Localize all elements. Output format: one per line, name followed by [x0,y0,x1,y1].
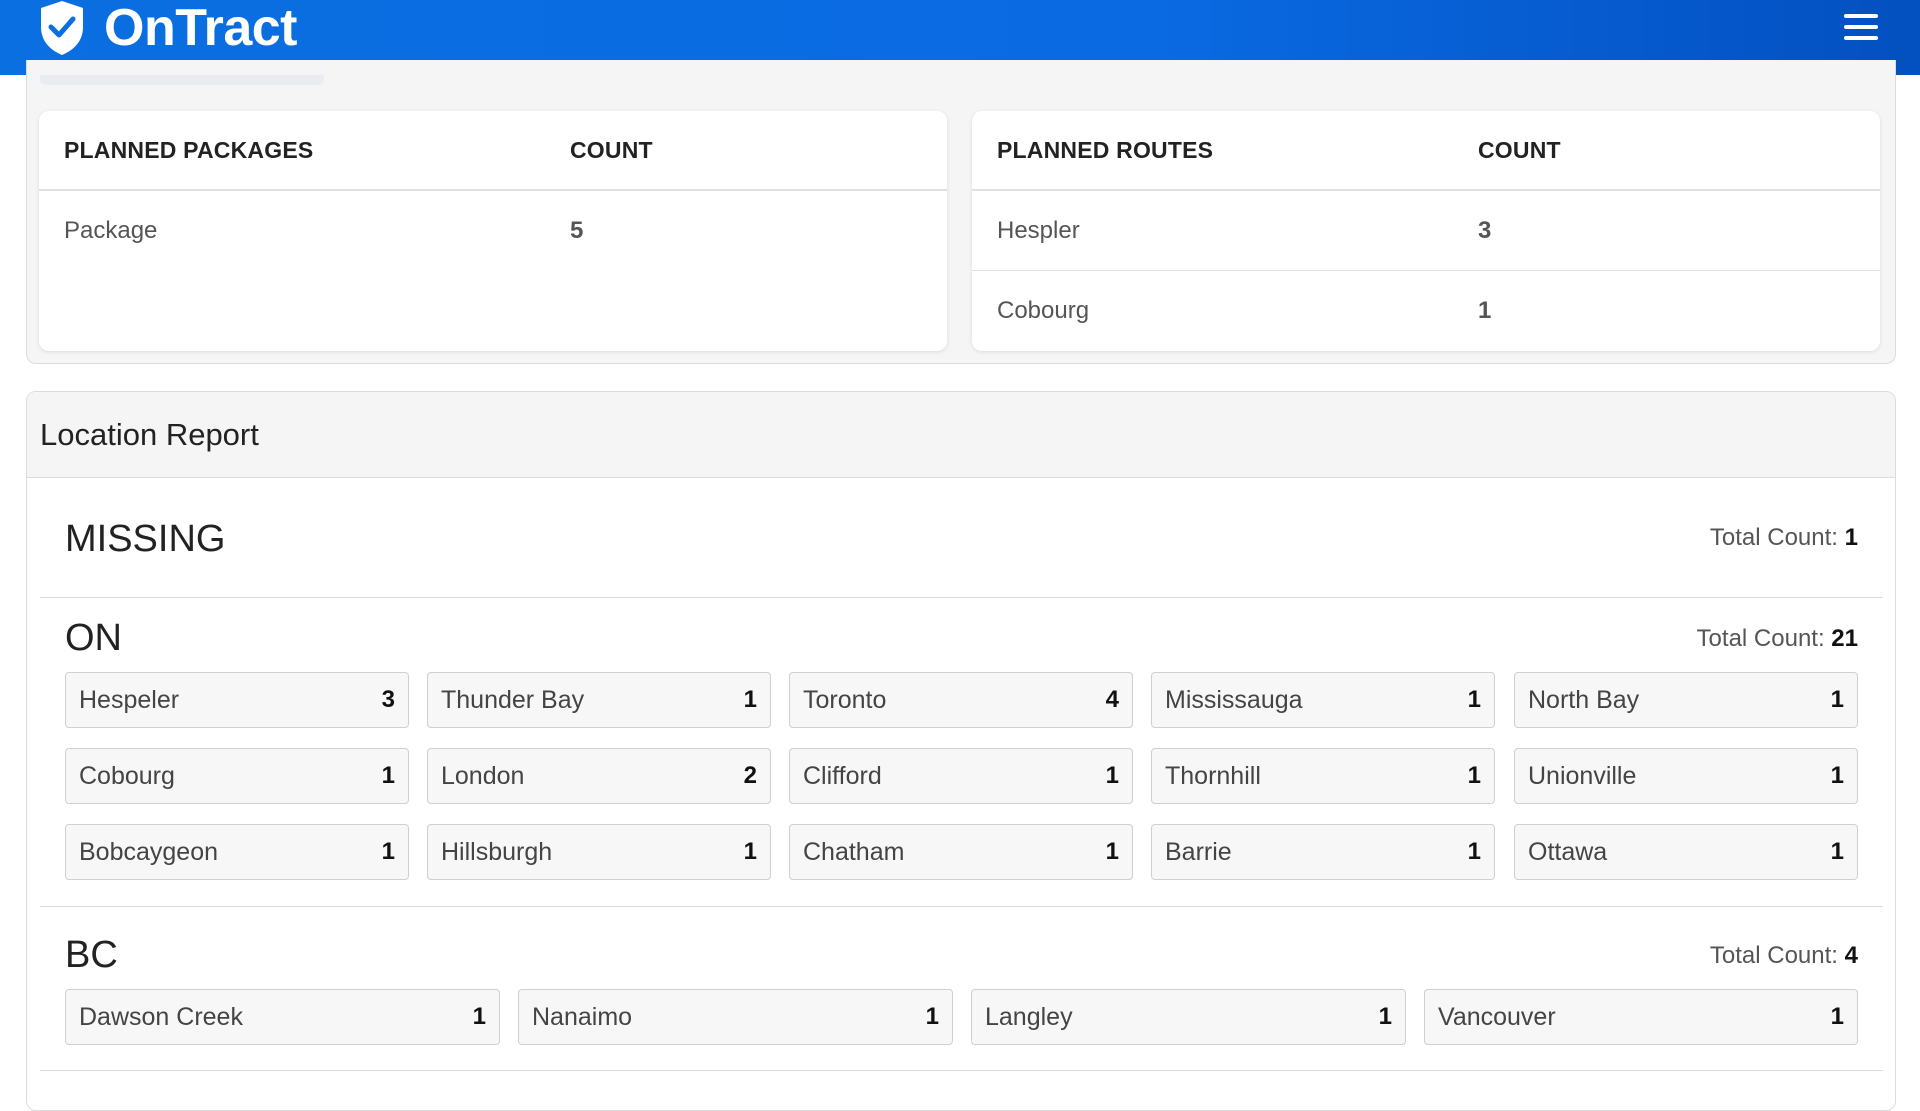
row-label: Package [64,217,158,244]
location-name: Mississauga [1165,685,1303,714]
column-header-count: COUNT [1478,136,1561,163]
divider [40,597,1883,598]
location-count: 1 [1378,1003,1392,1030]
divider [40,1070,1883,1071]
brand-name: OnTract [104,0,298,57]
total-value: 4 [1844,942,1858,969]
location-count: 1 [1830,1003,1844,1030]
total-value: 21 [1831,625,1858,652]
row-count: 5 [570,217,584,244]
location-count: 1 [472,1003,486,1030]
location-name: North Bay [1528,685,1640,714]
location-count: 1 [1830,762,1844,789]
location-count: 1 [381,762,395,789]
location-name: Chatham [803,837,905,866]
location-chip[interactable]: Thunder Bay 1 [427,672,771,728]
region-total: Total Count: 1 [1710,524,1858,552]
location-chip[interactable]: Bobcaygeon 1 [65,824,409,880]
location-chip[interactable]: Hillsburgh 1 [427,824,771,880]
location-name: Dawson Creek [79,1002,243,1031]
location-count: 1 [1467,686,1481,713]
shield-check-icon [41,0,83,55]
location-name: Unionville [1528,761,1637,790]
location-name: Barrie [1165,837,1232,866]
location-chip[interactable]: Unionville 1 [1514,748,1858,804]
column-header-label: PLANNED ROUTES [997,136,1214,163]
total-label: Total Count: [1709,942,1838,969]
location-name: Ottawa [1528,837,1608,866]
region-total: Total Count: 21 [1697,625,1858,653]
location-name: Nanaimo [532,1002,633,1031]
location-count: 1 [1105,762,1119,789]
divider [40,906,1883,907]
row-count: 3 [1478,216,1492,244]
region-name: BC [65,934,118,976]
location-report-header: Location Report [27,392,1895,478]
total-label: Total Count: [1696,625,1825,652]
planned-routes-table: PLANNED ROUTES COUNT Hespler 3 Cobourg 1 [972,111,1880,351]
location-name: Hespeler [79,685,180,714]
location-name: Hillsburgh [441,837,553,866]
location-count: 2 [743,762,757,789]
table-header: PLANNED ROUTES COUNT [972,111,1880,191]
region-name: MISSING [65,518,226,560]
table-row: Package 5 [39,191,947,271]
column-header-label: PLANNED PACKAGES [64,136,314,163]
location-chip[interactable]: Nanaimo 1 [518,989,953,1045]
location-count: 1 [925,1003,939,1030]
location-chip[interactable]: Cobourg 1 [65,748,409,804]
location-report-title: Location Report [40,416,259,452]
location-chip[interactable]: Barrie 1 [1151,824,1495,880]
location-count: 1 [743,838,757,865]
location-chip[interactable]: Vancouver 1 [1424,989,1858,1045]
row-label: Cobourg [997,297,1090,324]
location-count: 1 [1467,762,1481,789]
location-count: 1 [1105,838,1119,865]
location-name: Toronto [803,685,887,714]
table-row: Hespler 3 [972,191,1880,271]
row-label: Hespler [997,216,1080,244]
region-total: Total Count: 4 [1710,942,1858,970]
total-value: 1 [1844,524,1858,551]
location-chip[interactable]: Hespeler 3 [65,672,409,728]
location-count: 4 [1105,686,1119,713]
location-chip[interactable]: Mississauga 1 [1151,672,1495,728]
row-count: 1 [1478,297,1492,324]
location-chip[interactable]: London 2 [427,748,771,804]
hamburger-menu-icon[interactable] [1844,14,1878,40]
location-chip[interactable]: Chatham 1 [789,824,1133,880]
location-chip[interactable]: Ottawa 1 [1514,824,1858,880]
table-row: Cobourg 1 [972,271,1880,351]
total-label: Total Count: [1709,524,1838,551]
location-name: Thornhill [1165,761,1261,790]
location-chip[interactable]: Langley 1 [971,989,1406,1045]
location-count: 1 [1830,686,1844,713]
location-report-panel: Location Report MISSING Total Count: 1 O… [26,391,1896,1111]
location-name: Bobcaygeon [79,837,219,866]
location-name: London [441,761,525,790]
location-chip[interactable]: Toronto 4 [789,672,1133,728]
brand[interactable]: OnTract [38,0,298,58]
location-name: Langley [985,1002,1073,1031]
region-name: ON [65,617,122,659]
location-chip[interactable]: Dawson Creek 1 [65,989,500,1045]
location-chip[interactable]: Thornhill 1 [1151,748,1495,804]
location-name: Thunder Bay [441,685,585,714]
planned-packages-table: PLANNED PACKAGES COUNT Package 5 [39,111,947,351]
location-name: Vancouver [1438,1002,1556,1031]
location-count: 1 [1467,838,1481,865]
location-count: 3 [381,686,395,713]
location-chip[interactable]: Clifford 1 [789,748,1133,804]
location-name: Clifford [803,761,882,790]
location-name: Cobourg [79,761,175,790]
location-chip[interactable]: North Bay 1 [1514,672,1858,728]
location-count: 1 [743,686,757,713]
column-header-count: COUNT [570,136,653,163]
table-header: PLANNED PACKAGES COUNT [39,111,947,191]
location-count: 1 [1830,838,1844,865]
tab-stub [40,75,324,85]
location-count: 1 [381,838,395,865]
